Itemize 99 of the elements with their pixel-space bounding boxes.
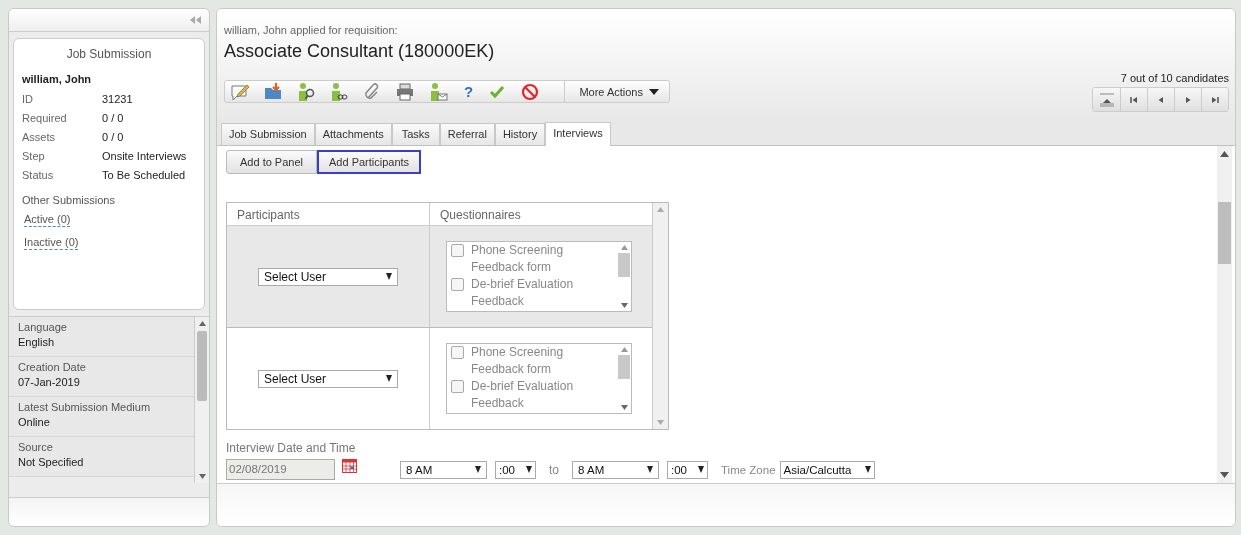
detail-label: Creation Date: [18, 361, 87, 373]
to-label: to: [549, 462, 559, 477]
first-button[interactable]: [1120, 88, 1147, 111]
scroll-thumb[interactable]: [1218, 202, 1231, 264]
more-actions-button[interactable]: More Actions: [564, 81, 669, 102]
field-label: Assets: [22, 130, 56, 143]
field-value: Onsite Interviews: [102, 149, 187, 162]
select-user-dropdown[interactable]: Select User: [258, 267, 398, 286]
printer-icon[interactable]: [395, 81, 415, 102]
no-entry-icon[interactable]: [520, 81, 541, 102]
caret-icon: [475, 466, 481, 473]
field-value: To Be Scheduled: [102, 168, 186, 181]
add-participants-button[interactable]: Add Participants: [317, 150, 422, 174]
tab[interactable]: Job Submission: [221, 123, 315, 145]
candidate-name: william, John: [22, 73, 93, 85]
field-value: 0 / 0: [102, 130, 124, 143]
detail-label: Language: [18, 321, 68, 333]
caret-icon: [864, 466, 871, 473]
folder-icon[interactable]: [263, 81, 283, 102]
checkbox[interactable]: [451, 346, 464, 359]
scrollbar[interactable]: [194, 317, 209, 483]
requisition-title: Associate Consultant (180000EK): [224, 41, 496, 62]
collapse-icon[interactable]: [190, 16, 201, 24]
caret-icon: [649, 88, 659, 95]
field-label: Required: [22, 111, 68, 124]
start-hour-dropdown[interactable]: 8 AM: [400, 460, 487, 479]
detail-value: Online: [18, 416, 51, 428]
detail-value: English: [18, 336, 56, 348]
section-label: Interview Date and Time: [226, 441, 357, 455]
detail-value: Not Specified: [18, 456, 85, 468]
checkbox[interactable]: [451, 380, 464, 393]
submissions-link[interactable]: Active (0): [24, 213, 71, 227]
scroll-up-icon[interactable]: [620, 347, 628, 352]
previous-icon: [1157, 95, 1165, 104]
end-minute-dropdown[interactable]: :00: [667, 460, 708, 479]
scrollbar[interactable]: [617, 242, 631, 311]
requisition-subtitle: william, John applied for requisition:: [224, 24, 399, 36]
scroll-down-icon[interactable]: [620, 303, 628, 308]
last-icon: [1211, 95, 1219, 104]
tab[interactable]: Attachments: [314, 123, 392, 145]
last-button[interactable]: [1201, 88, 1228, 111]
field-value: 31231: [102, 92, 133, 105]
scroll-down-icon[interactable]: [198, 474, 206, 479]
list-view-icon: [1098, 92, 1115, 107]
caret-icon: [386, 273, 392, 280]
add-to-panel-button[interactable]: Add to Panel: [226, 150, 317, 174]
card-title: Job Submission: [65, 47, 153, 61]
timezone-dropdown[interactable]: Asia/Calcutta: [779, 460, 875, 479]
tab[interactable]: Referral: [439, 123, 495, 145]
submissions-link[interactable]: Inactive (0): [24, 236, 79, 250]
caret-icon: [698, 466, 704, 473]
checkbox[interactable]: [451, 244, 464, 257]
person-search-icon[interactable]: [296, 81, 316, 102]
option-label: De-brief Evaluation Feedback: [471, 378, 575, 412]
field-label: ID: [22, 92, 34, 105]
tab[interactable]: History: [494, 123, 546, 145]
field-value: 0 / 0: [102, 111, 124, 124]
detail-label: Latest Submission Medium: [18, 401, 152, 413]
scrollbar[interactable]: [1217, 146, 1232, 483]
scroll-thumb[interactable]: [618, 355, 630, 379]
next-icon: [1184, 95, 1192, 104]
section-title: Other Submissions: [22, 194, 116, 206]
first-icon: [1130, 95, 1138, 104]
scroll-up-icon[interactable]: [620, 245, 628, 250]
tab[interactable]: Tasks: [391, 123, 440, 145]
scroll-thumb[interactable]: [197, 331, 207, 401]
help-icon[interactable]: ?: [464, 83, 474, 100]
candidate-count: 7 out of 10 candidates: [1120, 72, 1229, 84]
timezone-label: Time Zone: [721, 463, 776, 476]
previous-button[interactable]: [1147, 88, 1174, 111]
field-label: Step: [22, 149, 46, 162]
date-field[interactable]: 02/08/2019: [226, 459, 335, 480]
tab[interactable]: Interviews: [545, 122, 611, 146]
scroll-up-icon[interactable]: [198, 321, 206, 326]
option-label: De-brief Evaluation Feedback: [471, 276, 575, 310]
scroll-thumb[interactable]: [618, 253, 630, 277]
caret-icon: [647, 466, 653, 473]
column-header: Questionnaires: [439, 207, 522, 224]
detail-value: 07-Jan-2019: [18, 376, 81, 388]
column-header: Participants: [227, 203, 430, 225]
detail-label: Source: [18, 441, 54, 453]
next-button[interactable]: [1174, 88, 1201, 111]
person-link-icon[interactable]: [329, 81, 349, 102]
start-minute-dropdown[interactable]: :00: [495, 460, 536, 479]
end-hour-dropdown[interactable]: 8 AM: [572, 460, 659, 479]
checkbox[interactable]: [451, 278, 464, 291]
caret-icon: [386, 375, 392, 382]
scroll-down-icon[interactable]: [620, 405, 628, 410]
select-user-dropdown[interactable]: Select User: [258, 369, 398, 388]
list-view-button[interactable]: [1093, 88, 1120, 111]
scrollbar[interactable]: [617, 344, 631, 413]
scroll-down-icon[interactable]: [1220, 472, 1229, 478]
person-mail-icon[interactable]: [428, 81, 448, 102]
option-label: Phone Screening Feedback form: [471, 344, 565, 378]
scroll-up-icon[interactable]: [1220, 151, 1229, 157]
field-label: Status: [22, 168, 55, 181]
option-label: Phone Screening Feedback form: [471, 242, 565, 276]
caret-icon: [526, 466, 532, 473]
calendar-icon[interactable]: [342, 459, 357, 473]
